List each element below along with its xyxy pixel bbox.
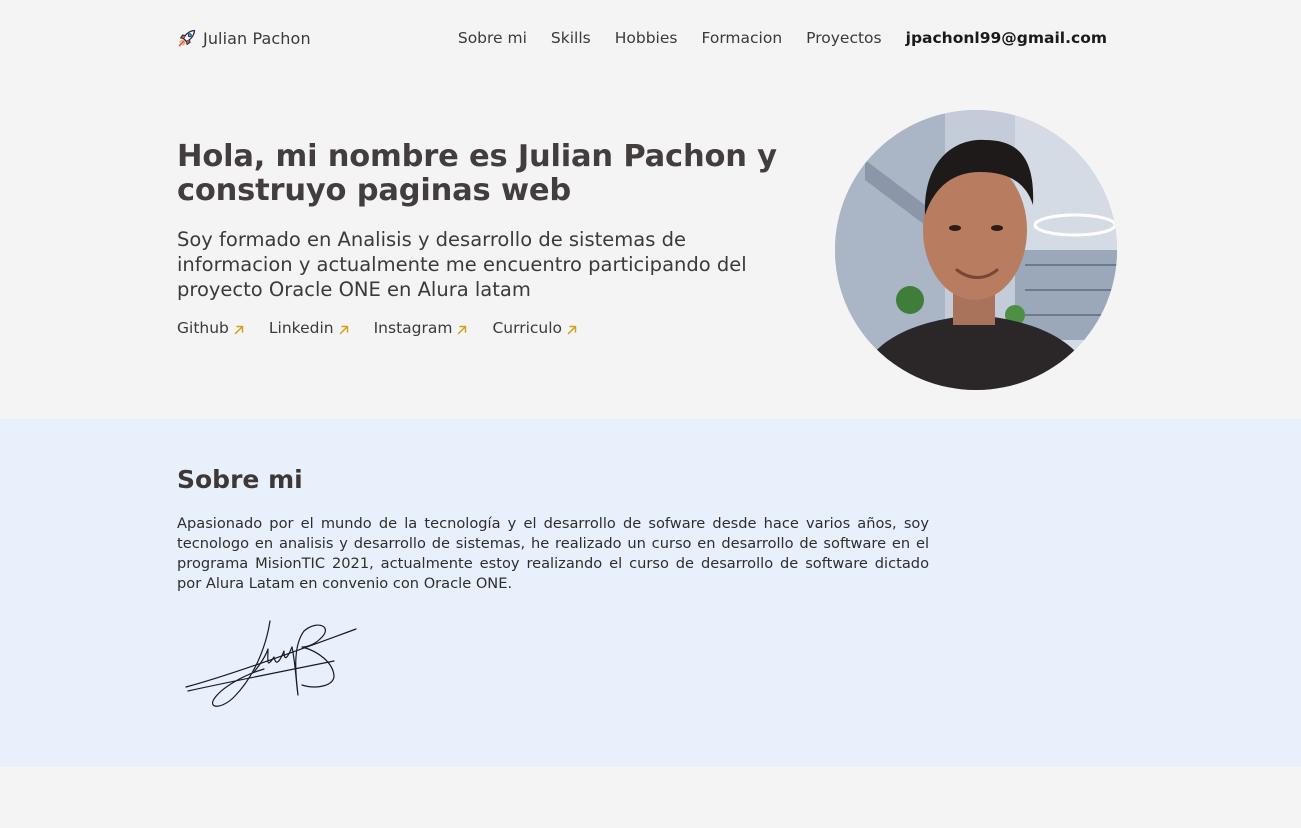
instagram-link[interactable]: Instagram [374, 319, 469, 337]
rocket-icon [177, 28, 197, 48]
about-text: Apasionado por el mundo de la tecnología… [177, 515, 929, 592]
signature-image [184, 617, 364, 709]
arrow-up-right-icon [456, 322, 468, 335]
nav-link-skills[interactable]: Skills [551, 29, 591, 47]
social-links: Github Linkedin Instagram Curriculo [177, 319, 602, 337]
profile-photo [835, 110, 1117, 390]
arrow-up-right-icon [566, 322, 578, 335]
github-link[interactable]: Github [177, 319, 245, 337]
brand-link[interactable]: Julian Pachon [177, 28, 311, 48]
hero-title: Hola, mi nombre es Julian Pachon y const… [177, 139, 777, 208]
instagram-link-label: Instagram [373, 319, 453, 337]
site-header: Julian Pachon Sobre mi Skills Hobbies Fo… [177, 28, 1107, 52]
about-section: Sobre mi Apasionado por el mundo de la t… [0, 419, 1301, 767]
arrow-up-right-icon [338, 322, 350, 335]
about-title: Sobre mi [177, 465, 303, 494]
arrow-up-right-icon [233, 322, 245, 335]
nav-email-link[interactable]: jpachonl99@gmail.com [906, 29, 1107, 47]
nav-link-sobre-mi[interactable]: Sobre mi [458, 29, 527, 47]
main-nav: Sobre mi Skills Hobbies Formacion Proyec… [434, 29, 1107, 47]
curriculo-link-label: Curriculo [492, 319, 563, 337]
brand-name: Julian Pachon [203, 28, 311, 48]
nav-link-formacion[interactable]: Formacion [701, 29, 782, 47]
github-link-label: Github [177, 319, 229, 337]
portfolio-page: Julian Pachon Sobre mi Skills Hobbies Fo… [0, 0, 1301, 828]
curriculo-link[interactable]: Curriculo [492, 319, 578, 337]
hero-subtitle: Soy formado en Analisis y desarrollo de … [177, 228, 747, 301]
linkedin-link-label: Linkedin [268, 319, 334, 337]
nav-link-hobbies[interactable]: Hobbies [615, 29, 678, 47]
linkedin-link[interactable]: Linkedin [269, 319, 350, 337]
nav-link-proyectos[interactable]: Proyectos [806, 29, 881, 47]
